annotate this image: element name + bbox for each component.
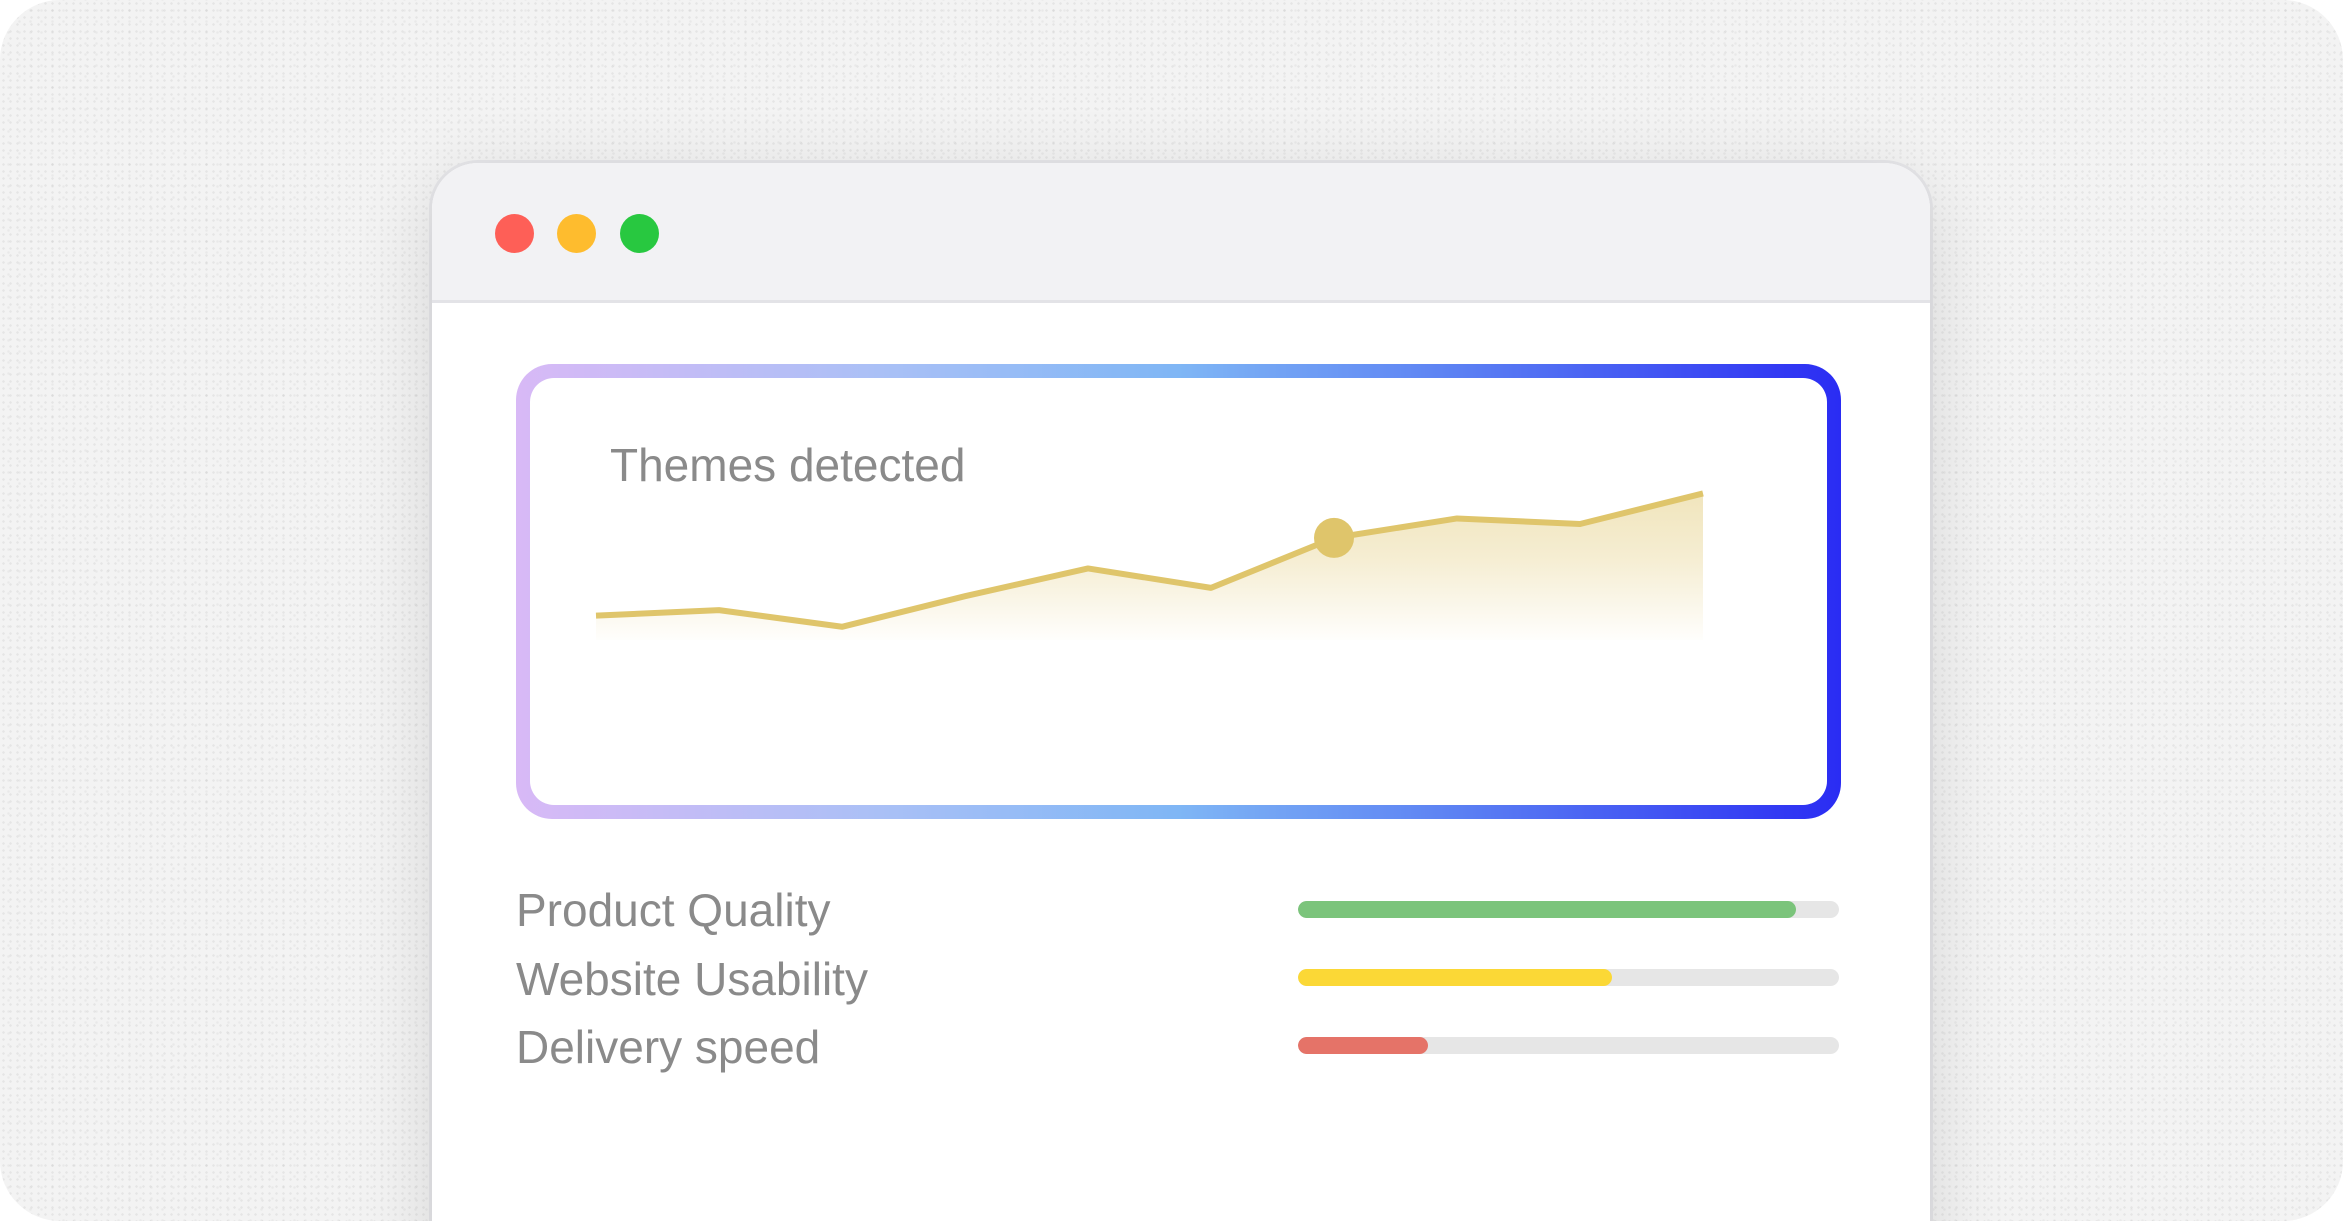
window-titlebar	[432, 163, 1930, 303]
progress-fill-website-usability	[1298, 969, 1612, 986]
close-window-button[interactable]	[495, 214, 534, 253]
progress-fill-product-quality	[1298, 901, 1796, 918]
card-title: Themes detected	[610, 439, 966, 491]
progress-bar-product-quality	[1298, 901, 1839, 918]
themes-card: Themes detected	[530, 378, 1827, 805]
metric-label-website-usability: Website Usability	[516, 953, 868, 1005]
app-window: Themes detected Product Quality Website …	[432, 163, 1930, 1221]
metric-label-product-quality: Product Quality	[516, 884, 831, 936]
progress-bar-delivery-speed	[1298, 1037, 1839, 1054]
maximize-window-button[interactable]	[620, 214, 659, 253]
metric-label-delivery-speed: Delivery speed	[516, 1021, 821, 1073]
minimize-window-button[interactable]	[557, 214, 596, 253]
progress-fill-delivery-speed	[1298, 1037, 1428, 1054]
background-canvas: Themes detected Product Quality Website …	[0, 0, 2343, 1221]
themes-card-border: Themes detected	[516, 364, 1841, 819]
chart-highlight-point[interactable]	[1314, 517, 1354, 558]
progress-bar-website-usability	[1298, 969, 1839, 986]
